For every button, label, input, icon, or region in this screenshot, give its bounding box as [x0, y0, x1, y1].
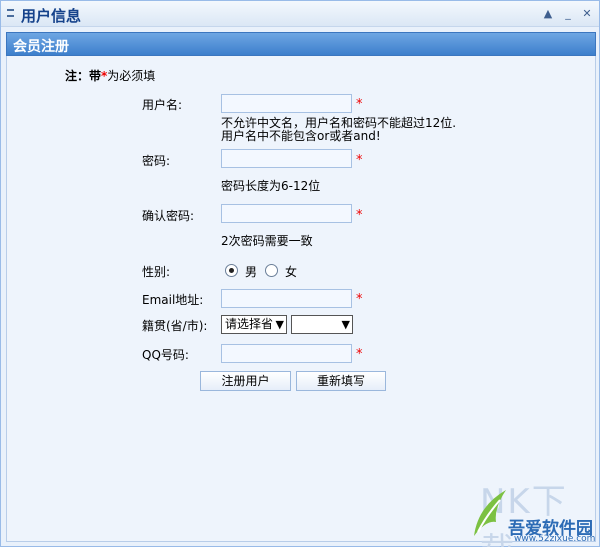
username-input[interactable] — [221, 94, 352, 113]
origin-label: 籍贯(省/市): — [142, 319, 208, 333]
minimize-icon[interactable]: _ — [561, 7, 575, 21]
panel-header: 会员注册 — [6, 32, 596, 56]
register-button[interactable]: 注册用户 — [200, 371, 291, 391]
qq-label: QQ号码: — [142, 348, 189, 362]
password-hint: 密码长度为6-12位 — [221, 179, 321, 193]
email-required-star: * — [356, 292, 363, 307]
confirm-hint: 2次密码需要一致 — [221, 234, 313, 248]
note-suffix: 为必须填 — [107, 69, 156, 83]
confirm-password-label: 确认密码: — [142, 209, 195, 223]
gender-label: 性别: — [142, 265, 171, 279]
window-title: 用户信息 — [21, 7, 82, 25]
province-select-value: 请选择省 — [225, 317, 274, 331]
email-label: Email地址: — [142, 293, 204, 307]
password-required-star: * — [356, 153, 363, 168]
qq-input[interactable] — [221, 344, 352, 363]
password-label: 密码: — [142, 154, 171, 168]
reset-button[interactable]: 重新填写 — [296, 371, 386, 391]
confirm-required-star: * — [356, 208, 363, 223]
gender-male-radio[interactable] — [225, 264, 238, 277]
gender-female-radio[interactable] — [265, 264, 278, 277]
note-prefix: 注：带 — [65, 69, 102, 83]
province-select[interactable]: 请选择省 ▼ — [221, 315, 287, 334]
close-icon[interactable]: ✕ — [580, 7, 594, 21]
up-icon[interactable]: ▲ — [541, 7, 555, 21]
chevron-down-icon: ▼ — [341, 318, 350, 331]
grip-icon — [7, 9, 14, 17]
username-label: 用户名: — [142, 98, 183, 112]
watermark-url: www.52zixue.com — [514, 534, 596, 544]
username-required-star: * — [356, 97, 363, 112]
window-titlebar: 用户信息 ▲ _ ✕ — [1, 1, 599, 27]
panel-title: 会员注册 — [13, 39, 69, 55]
watermark-logo-icon — [474, 490, 506, 536]
gender-male-label: 男 — [245, 265, 258, 279]
chevron-down-icon: ▼ — [275, 318, 284, 331]
gender-female-label: 女 — [285, 265, 298, 279]
qq-required-star: * — [356, 347, 363, 362]
city-select[interactable]: ▼ — [291, 315, 353, 334]
password-input[interactable] — [221, 149, 352, 168]
confirm-password-input[interactable] — [221, 204, 352, 223]
username-hint-2: 用户名中不能包含or或者and! — [221, 129, 381, 143]
email-input[interactable] — [221, 289, 352, 308]
required-note: 注：带*为必须填 — [65, 67, 155, 84]
